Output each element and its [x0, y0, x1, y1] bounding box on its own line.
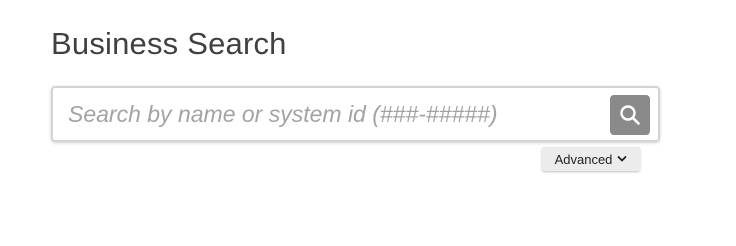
business-search-page: Business Search Advanced — [0, 0, 736, 246]
advanced-label: Advanced — [554, 151, 613, 167]
search-button[interactable] — [610, 95, 650, 135]
chevron-down-icon — [617, 155, 627, 163]
search-icon — [620, 105, 640, 125]
page-title: Business Search — [51, 26, 287, 61]
advanced-search-toggle[interactable]: Advanced — [542, 147, 640, 171]
search-box — [51, 86, 660, 142]
search-input[interactable] — [53, 88, 603, 140]
